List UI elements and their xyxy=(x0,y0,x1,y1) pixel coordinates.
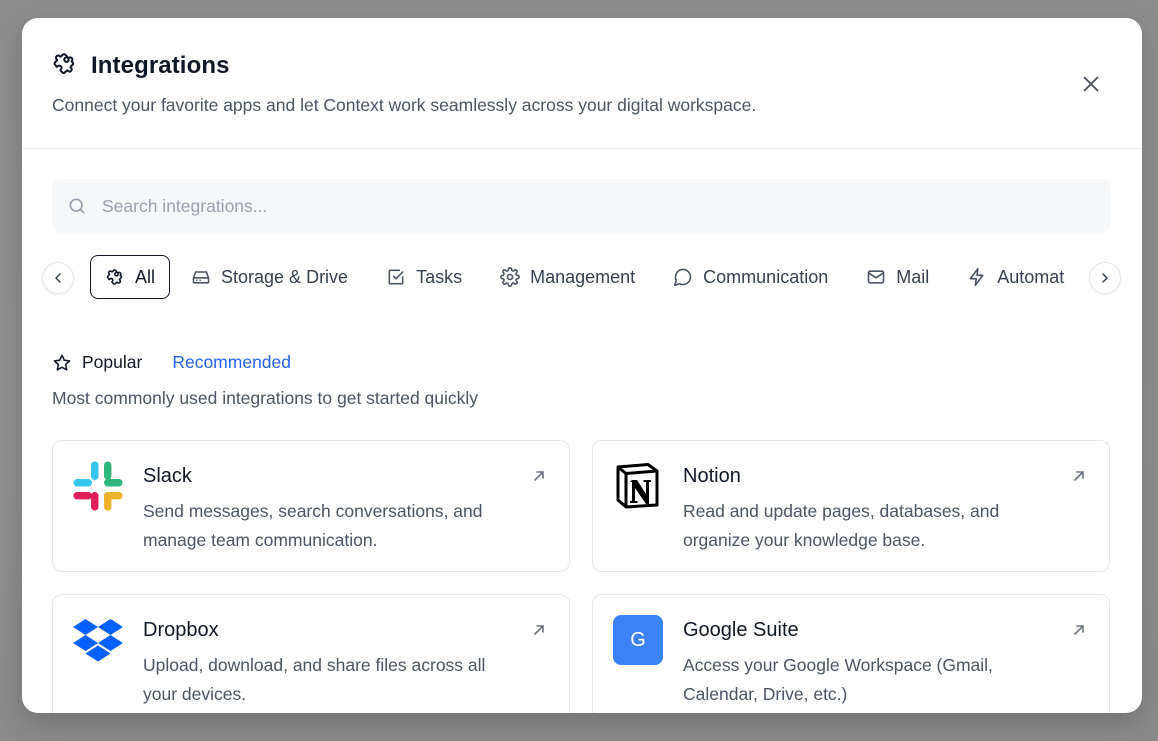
integration-card-dropbox[interactable]: Dropbox Upload, download, and share file… xyxy=(52,594,570,713)
integration-card-google-suite[interactable]: G Google Suite Access your Google Worksp… xyxy=(592,594,1110,713)
integration-description: Send messages, search conversations, and… xyxy=(143,501,483,550)
tab-management[interactable]: Management xyxy=(483,255,652,299)
dropbox-logo-icon xyxy=(73,615,123,665)
google-logo-icon: G xyxy=(613,615,663,665)
slack-logo-icon xyxy=(73,461,123,511)
tab-label: Storage & Drive xyxy=(221,266,349,287)
title-row: Integrations xyxy=(51,50,230,82)
integration-name: Dropbox xyxy=(143,619,219,641)
tab-label: Mail xyxy=(896,266,930,287)
category-tabs: All Storage & Drive Tasks Management Com… xyxy=(42,254,1122,300)
tab-automation[interactable]: Automat xyxy=(950,255,1072,299)
star-icon xyxy=(53,354,71,371)
section-description: Most commonly used integrations to get s… xyxy=(52,388,479,408)
puzzle-icon xyxy=(106,269,123,285)
scroll-left-button[interactable] xyxy=(42,262,74,294)
modal-title: Integrations xyxy=(91,52,230,79)
popular-label[interactable]: Popular xyxy=(82,352,142,373)
tab-all[interactable]: All xyxy=(90,255,171,299)
integration-description: Upload, download, and share files across… xyxy=(143,655,486,704)
recommended-link[interactable]: Recommended xyxy=(172,352,291,373)
modal-subtitle: Connect your favorite apps and let Conte… xyxy=(52,95,757,115)
notion-logo-icon xyxy=(613,461,663,511)
integration-description: Read and update pages, databases, and or… xyxy=(683,501,1000,550)
integration-name: Notion xyxy=(683,465,741,487)
gear-icon xyxy=(500,267,520,287)
puzzle-icon xyxy=(51,50,78,82)
tab-label: Automat xyxy=(997,266,1065,287)
tab-label: Tasks xyxy=(416,266,463,287)
lightning-icon xyxy=(969,267,984,287)
chevron-left-icon xyxy=(55,273,61,283)
scroll-right-button[interactable] xyxy=(1089,262,1121,294)
tab-label: Communication xyxy=(703,266,829,287)
integrations-modal: Integrations Connect your favorite apps … xyxy=(22,18,1142,713)
tab-mail[interactable]: Mail xyxy=(849,255,946,299)
external-arrow-icon xyxy=(1074,625,1084,635)
search-bar xyxy=(52,179,1111,233)
chevron-right-icon xyxy=(1102,273,1108,283)
integration-card-slack[interactable]: Slack Send messages, search conversation… xyxy=(52,440,570,572)
close-button[interactable] xyxy=(1080,73,1102,95)
tab-label: All xyxy=(135,266,156,287)
external-arrow-icon xyxy=(534,625,544,635)
checkbox-icon xyxy=(388,269,404,285)
chat-bubble-icon xyxy=(674,268,692,287)
tab-communication[interactable]: Communication xyxy=(656,255,845,299)
modal-header: Integrations Connect your favorite apps … xyxy=(22,18,1142,149)
integration-card-notion[interactable]: Notion Read and update pages, databases,… xyxy=(592,440,1110,572)
hard-drive-icon xyxy=(192,271,210,284)
external-arrow-icon xyxy=(534,471,544,481)
tab-storage-drive[interactable]: Storage & Drive xyxy=(174,255,365,299)
integration-name: Slack xyxy=(143,465,192,487)
integration-description: Access your Google Workspace (Gmail, Cal… xyxy=(683,655,993,704)
search-input[interactable] xyxy=(100,194,1004,218)
google-logo-letter: G xyxy=(613,615,663,665)
tabs-viewport: All Storage & Drive Tasks Management Com… xyxy=(90,254,1072,300)
integration-name: Google Suite xyxy=(683,619,799,641)
tab-label: Management xyxy=(530,266,636,287)
search-icon xyxy=(69,198,85,214)
section-header: Popular Recommended xyxy=(52,352,291,373)
tab-tasks[interactable]: Tasks xyxy=(369,255,479,299)
close-icon xyxy=(1083,76,1099,92)
mail-icon xyxy=(867,270,885,284)
external-arrow-icon xyxy=(1074,471,1084,481)
